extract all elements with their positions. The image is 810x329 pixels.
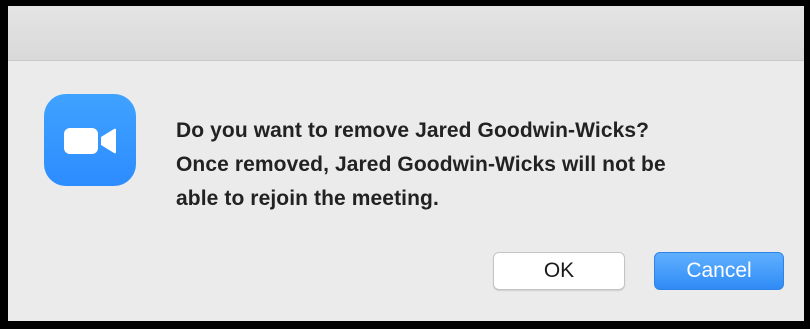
zoom-app-icon <box>44 94 136 186</box>
cancel-button[interactable]: Cancel <box>654 252 784 290</box>
remove-participant-dialog: Do you want to remove Jared Goodwin-Wick… <box>6 4 806 323</box>
dialog-title-bar[interactable] <box>8 6 804 61</box>
message-line-warning-cont: able to rejoin the meeting. <box>176 187 439 210</box>
message-line-warning: Once removed, Jared Goodwin-Wicks will n… <box>176 153 666 176</box>
message-line-question: Do you want to remove Jared Goodwin-Wick… <box>176 119 650 142</box>
ok-button[interactable]: OK <box>493 252 625 290</box>
dialog-message: Do you want to remove Jared Goodwin-Wick… <box>176 114 796 216</box>
video-camera-icon <box>64 128 116 154</box>
